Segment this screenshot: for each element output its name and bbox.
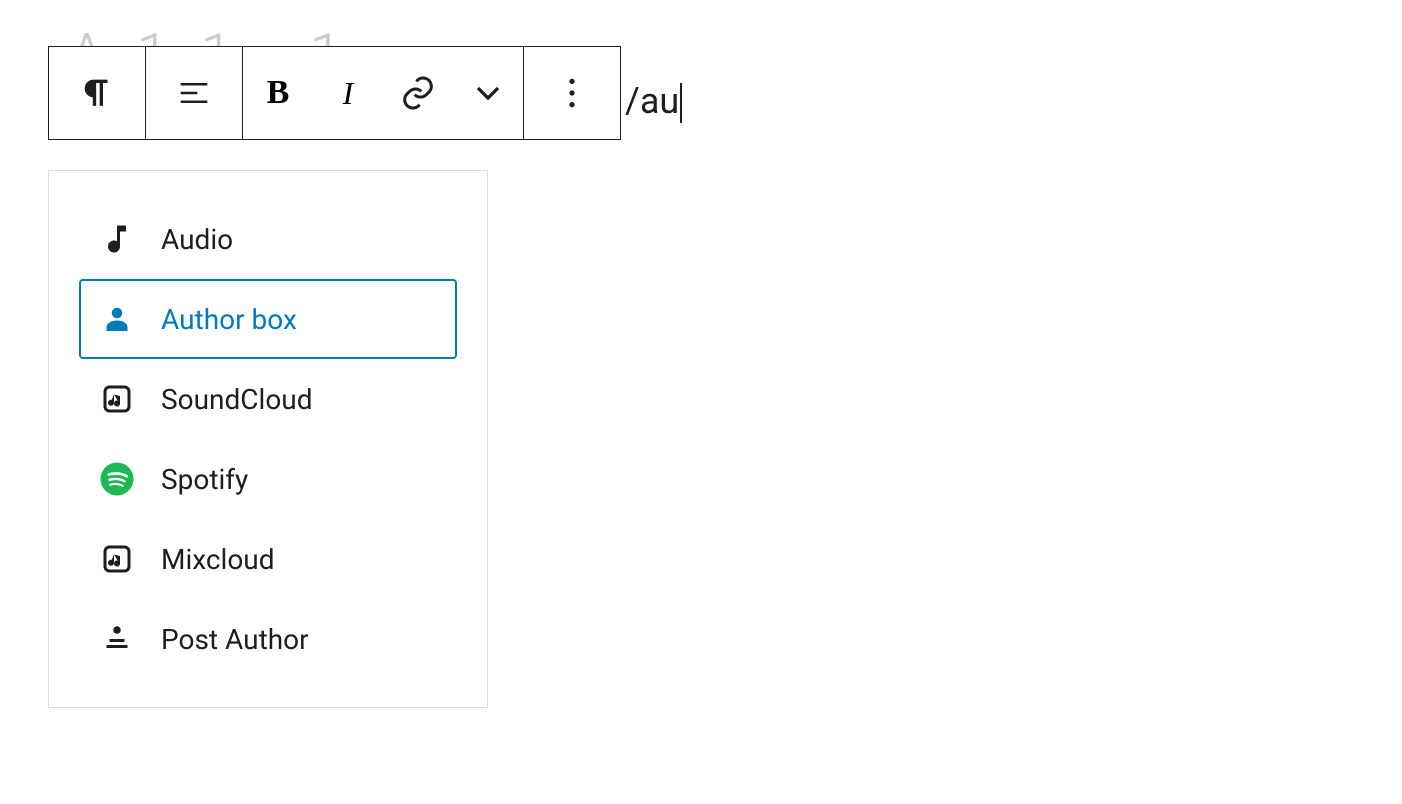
post-author-icon (97, 619, 137, 659)
autocomplete-label: Spotify (161, 463, 248, 496)
soundcloud-icon (97, 379, 137, 419)
text-cursor (680, 83, 682, 123)
autocomplete-label: Author box (161, 303, 297, 336)
autocomplete-item-spotify[interactable]: Spotify (79, 439, 457, 519)
italic-button[interactable]: I (313, 47, 383, 139)
align-left-icon (174, 73, 214, 113)
link-icon (398, 73, 438, 113)
block-input[interactable]: /au (625, 80, 682, 123)
toolbar-group-options (524, 47, 620, 139)
audio-icon (97, 219, 137, 259)
autocomplete-label: Mixcloud (161, 543, 275, 576)
spotify-icon (97, 459, 137, 499)
bold-icon: B (267, 74, 290, 112)
autocomplete-label: SoundCloud (161, 383, 313, 416)
autocomplete-item-audio[interactable]: Audio (79, 199, 457, 279)
block-autocomplete-menu: Audio Author box SoundCloud (48, 170, 488, 708)
input-text: /au (625, 80, 679, 122)
autocomplete-item-mixcloud[interactable]: Mixcloud (79, 519, 457, 599)
chevron-down-icon (468, 73, 508, 113)
block-toolbar: B I (48, 46, 621, 140)
options-button[interactable] (524, 47, 620, 139)
autocomplete-item-post-author[interactable]: Post Author (79, 599, 457, 679)
toolbar-group-formatting: B I (243, 47, 524, 139)
toolbar-group-blocktype (49, 47, 146, 139)
autocomplete-item-soundcloud[interactable]: SoundCloud (79, 359, 457, 439)
paragraph-icon (77, 73, 117, 113)
italic-icon: I (343, 75, 354, 112)
more-rich-text-button[interactable] (453, 47, 523, 139)
autocomplete-item-author-box[interactable]: Author box (79, 279, 457, 359)
mixcloud-icon (97, 539, 137, 579)
autocomplete-label: Audio (161, 223, 233, 256)
toolbar-group-align (146, 47, 243, 139)
bold-button[interactable]: B (243, 47, 313, 139)
align-button[interactable] (146, 47, 242, 139)
author-icon (97, 299, 137, 339)
autocomplete-label: Post Author (161, 623, 309, 656)
more-vertical-icon (552, 73, 592, 113)
link-button[interactable] (383, 47, 453, 139)
paragraph-button[interactable] (49, 47, 145, 139)
